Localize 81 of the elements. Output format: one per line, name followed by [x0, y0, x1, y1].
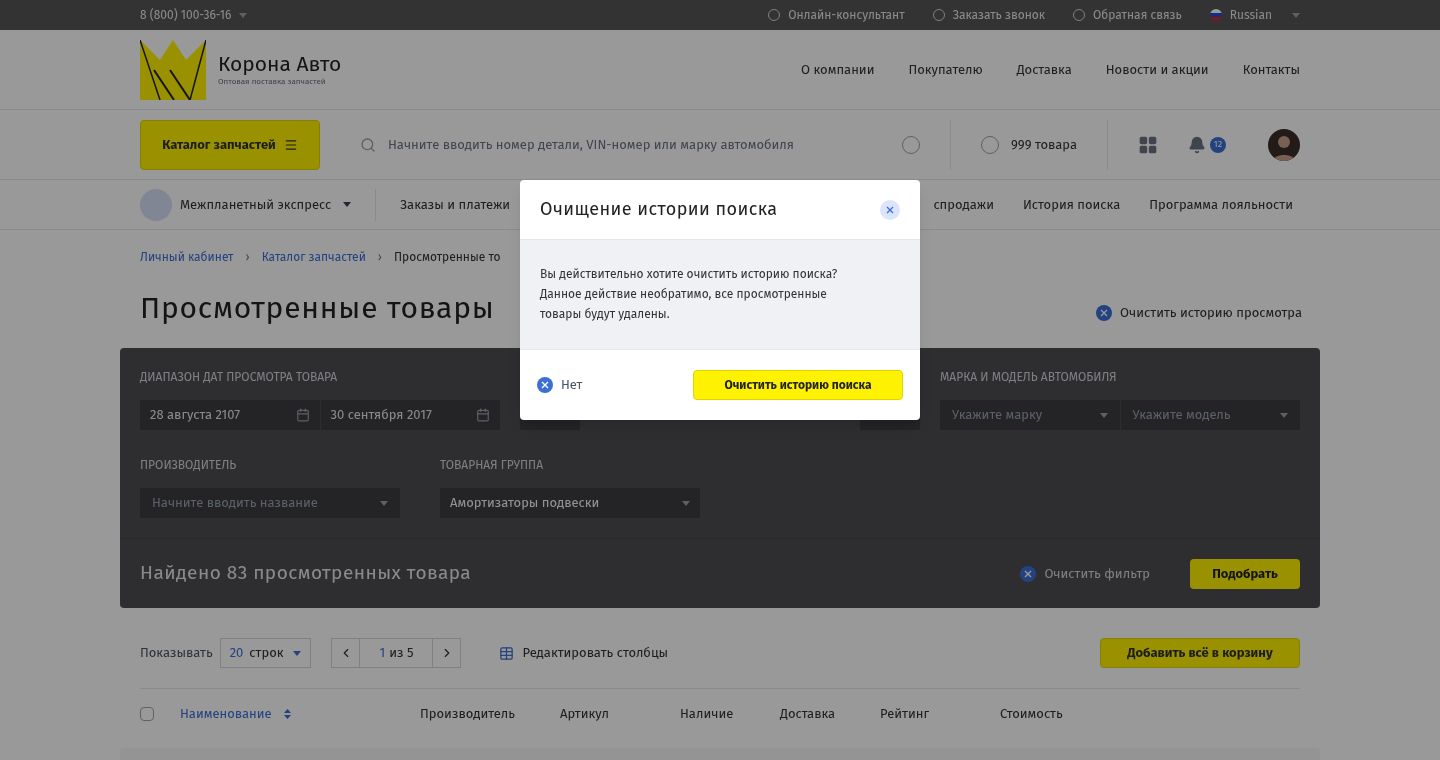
- logo-tagline: Оптовая поставка запчастей: [218, 75, 327, 88]
- breadcrumb-link[interactable]: Каталог запчастей: [261, 248, 366, 266]
- caret-icon: [239, 12, 248, 18]
- results-count: Найдено 83 просмотренных товара: [140, 560, 472, 587]
- caret-icon: [343, 202, 352, 207]
- apply-button[interactable]: Подобрать: [1190, 558, 1300, 589]
- table-icon: [499, 645, 515, 661]
- top-link[interactable]: Обратная связь: [1073, 6, 1182, 24]
- search-icon: [360, 136, 376, 153]
- cancel-button[interactable]: Нет: [537, 375, 583, 395]
- clear-history-link[interactable]: Очистить историю просмотра: [1096, 302, 1302, 323]
- filter-label: ДИАПАЗОН ДАТ ПРОСМОТРА ТОВАРА: [140, 369, 339, 386]
- account-switcher[interactable]: Межпланетный экспресс: [180, 194, 352, 215]
- nav-link[interactable]: Контакты: [1242, 59, 1300, 80]
- close-button[interactable]: [880, 199, 900, 220]
- cart-link[interactable]: 999 товара: [981, 134, 1077, 155]
- clear-filter-link[interactable]: Очистить фильтр: [1020, 563, 1150, 584]
- flag-icon: [1209, 9, 1222, 21]
- calendar-icon: [476, 408, 490, 422]
- calendar-icon: [295, 408, 310, 422]
- catalog-button[interactable]: Каталог запчастей: [140, 119, 320, 170]
- edit-columns-link[interactable]: Редактировать столбцы: [499, 643, 669, 663]
- caret-icon: [1280, 412, 1288, 418]
- column-header: Артикул: [560, 704, 609, 723]
- top-link[interactable]: Заказать звонок: [932, 6, 1046, 24]
- page-title: Просмотренные товары: [140, 289, 495, 328]
- search-field[interactable]: Начните вводить номер детали, VIN-номер или марку автомобиля: [360, 134, 920, 155]
- menu-icon: [283, 137, 298, 152]
- subnav-link[interactable]: История поиска: [1022, 194, 1121, 215]
- show-label: Показывать: [140, 644, 213, 663]
- breadcrumb-separator: ›: [377, 249, 382, 266]
- nav-link[interactable]: Покупателю: [908, 59, 983, 80]
- dialog-title: Очищение истории поиска: [540, 197, 778, 222]
- caret-icon: [380, 500, 388, 506]
- breadcrumb-link[interactable]: Личный кабинет: [140, 248, 234, 266]
- sort-icon: [283, 708, 291, 719]
- column-header[interactable]: Наименование: [180, 703, 272, 724]
- account-avatar: [140, 188, 172, 221]
- date-field[interactable]: 30 сентября 2017: [320, 400, 500, 430]
- filter-label: ПРОИЗВОДИТЕЛЬ: [140, 457, 238, 474]
- notification-badge: 12: [1210, 136, 1226, 153]
- column-header: Рейтинг: [880, 704, 929, 723]
- date-field[interactable]: 28 августа 2107: [140, 400, 320, 430]
- avatar[interactable]: [1268, 128, 1300, 161]
- caret-icon: [682, 500, 690, 506]
- language-select[interactable]: Russian: [1209, 6, 1300, 24]
- column-header: Наличие: [680, 704, 734, 723]
- subnav-link[interactable]: Заказы и платежи: [400, 194, 511, 215]
- close-icon: [1096, 304, 1113, 321]
- select-all-checkbox[interactable]: [140, 706, 154, 721]
- nav-link[interactable]: О компании: [801, 59, 875, 80]
- close-icon: [1020, 565, 1037, 582]
- nav-link[interactable]: Новости и акции: [1105, 59, 1209, 80]
- caret-icon: [1292, 12, 1300, 18]
- top-link[interactable]: Онлайн-консультант: [768, 6, 905, 24]
- current-page-label: Просмотренные то: [393, 249, 501, 266]
- nav-link[interactable]: Доставка: [1016, 59, 1072, 80]
- rows-select[interactable]: 20 строк: [219, 638, 312, 668]
- crown-logo-icon: [140, 39, 206, 100]
- column-header: Производитель: [420, 704, 515, 723]
- logo-name: Корона Авто: [218, 51, 342, 76]
- add-all-to-cart-button[interactable]: Добавить всё в корзину: [1100, 638, 1300, 668]
- phone-number[interactable]: 8 (800) 100-36-16: [140, 6, 232, 24]
- confirm-button[interactable]: Очистить историю поиска: [693, 370, 903, 400]
- close-icon: [886, 205, 894, 214]
- product-group-select[interactable]: Амортизаторы подвески: [440, 488, 700, 518]
- close-icon: [537, 377, 553, 393]
- page-indicator: 1 из 5: [378, 644, 415, 663]
- dialog-message: Вы действительно хотите очистить историю поиска? Данное действие необратимо, все просмотренные товары будут удалены.: [540, 266, 839, 323]
- column-header: Доставка: [780, 704, 836, 723]
- grid-icon[interactable]: [1138, 134, 1158, 155]
- column-header: Стоимость: [1000, 704, 1063, 723]
- caret-icon: [1099, 412, 1108, 418]
- filter-label: МАРКА И МОДЕЛЬ АВТОМОБИЛЯ: [940, 369, 1118, 386]
- subnav-link[interactable]: спродажи: [933, 194, 994, 215]
- subnav-link[interactable]: Программа лояльности: [1149, 194, 1293, 215]
- filter-label: ТОВАРНАЯ ГРУППА: [440, 457, 545, 474]
- breadcrumb-separator: ›: [245, 249, 250, 266]
- bell-icon: [1188, 135, 1206, 154]
- notifications-button[interactable]: 12: [1188, 135, 1226, 154]
- caret-icon: [293, 650, 302, 656]
